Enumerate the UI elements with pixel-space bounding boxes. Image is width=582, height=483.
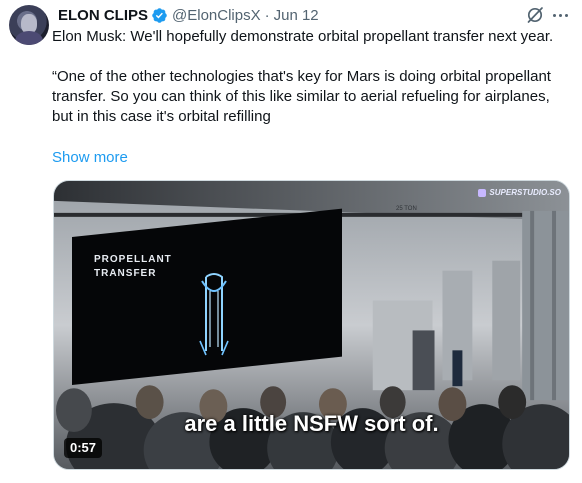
avatar[interactable] bbox=[9, 5, 49, 45]
video-player[interactable]: PROPELLANT TRANSFER SUPERSTUDIO.SO 25 TO… bbox=[53, 180, 570, 470]
superstudio-logo-icon bbox=[478, 188, 487, 197]
watermark-text: SUPERSTUDIO.SO bbox=[489, 188, 561, 197]
tweet-header: ELON CLIPS @ElonClipsX · Jun 12 bbox=[58, 5, 319, 25]
more-dot bbox=[552, 13, 556, 17]
crane-label: 25 TON bbox=[396, 206, 417, 212]
post-date[interactable]: Jun 12 bbox=[274, 7, 319, 24]
more-dot bbox=[564, 13, 568, 17]
avatar-body bbox=[15, 31, 43, 45]
screen-title: PROPELLANT TRANSFER bbox=[94, 254, 172, 279]
more-options-icon[interactable] bbox=[548, 5, 572, 25]
verified-badge-icon bbox=[152, 7, 167, 23]
tweet-paragraph-1: Elon Musk: We'll hopefully demonstrate o… bbox=[52, 28, 554, 45]
grok-icon[interactable] bbox=[525, 5, 545, 25]
separator: · bbox=[264, 6, 270, 24]
ship-diagram-icon bbox=[199, 273, 229, 356]
author-name[interactable]: ELON CLIPS bbox=[58, 7, 148, 24]
show-more-link[interactable]: Show more bbox=[52, 148, 128, 168]
author-handle[interactable]: @ElonClipsX bbox=[172, 7, 261, 24]
video-duration: 0:57 bbox=[64, 438, 103, 458]
watermark: SUPERSTUDIO.SO bbox=[478, 188, 561, 197]
video-caption: are a little NSFW sort of. bbox=[184, 411, 439, 436]
tweet-paragraph-2: “One of the other technologies that's ke… bbox=[52, 68, 551, 125]
tweet-text: Elon Musk: We'll hopefully demonstrate o… bbox=[52, 27, 562, 127]
more-dot bbox=[558, 13, 562, 17]
